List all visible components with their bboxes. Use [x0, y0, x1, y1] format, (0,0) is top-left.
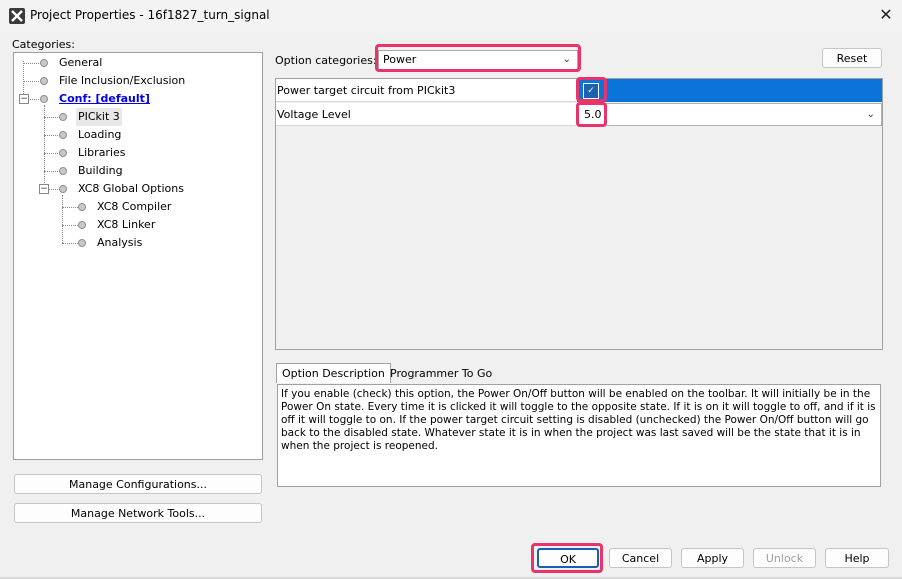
- option-name: Power target circuit from PICkit3: [276, 79, 576, 102]
- option-categories-select[interactable]: Power ⌄: [378, 50, 578, 70]
- cancel-button[interactable]: Cancel: [609, 548, 672, 568]
- tree-item-label: PICkit 3: [76, 108, 122, 126]
- categories-tree[interactable]: − − General File Inclusion/Exclusion Con…: [13, 52, 263, 460]
- option-description-text: If you enable (check) this option, the P…: [277, 384, 881, 487]
- manage-network-tools-button[interactable]: Manage Network Tools...: [14, 503, 262, 523]
- tree-item-label: File Inclusion/Exclusion: [59, 74, 186, 87]
- ok-button[interactable]: OK: [537, 548, 599, 568]
- collapse-icon[interactable]: −: [39, 184, 49, 194]
- close-icon[interactable]: ✕: [876, 5, 896, 25]
- tree-connector: [23, 61, 24, 98]
- tree-item-label: Building: [78, 164, 123, 177]
- voltage-level-select[interactable]: 5.0 ⌄: [577, 103, 882, 126]
- node-bullet-icon: [59, 113, 67, 121]
- option-row-power-target[interactable]: Power target circuit from PICkit3 ✓: [276, 79, 882, 102]
- window-title: Project Properties - 16f1827_turn_signal: [30, 8, 270, 22]
- node-bullet-icon: [40, 59, 48, 67]
- chevron-down-icon: ⌄: [866, 109, 875, 120]
- node-bullet-icon: [59, 185, 67, 193]
- tab-programmer-to-go[interactable]: Programmer To Go: [385, 364, 497, 383]
- node-bullet-icon: [59, 131, 67, 139]
- node-bullet-icon: [40, 95, 48, 103]
- power-target-checkbox[interactable]: ✓: [583, 83, 599, 99]
- option-categories-value: Power: [383, 53, 417, 66]
- node-bullet-icon: [78, 221, 86, 229]
- categories-label: Categories:: [12, 38, 75, 51]
- apply-button[interactable]: Apply: [681, 548, 744, 568]
- help-button[interactable]: Help: [825, 548, 889, 568]
- tree-item-label: Libraries: [78, 146, 126, 159]
- tab-option-description[interactable]: Option Description: [276, 363, 391, 383]
- tree-item-label: XC8 Global Options: [78, 182, 184, 195]
- tree-connector: [62, 195, 63, 243]
- app-logo-icon: [9, 8, 25, 24]
- collapse-icon[interactable]: −: [19, 94, 29, 104]
- chevron-down-icon: ⌄: [562, 54, 571, 65]
- reset-button[interactable]: Reset: [822, 48, 882, 68]
- option-row-voltage-level[interactable]: Voltage Level 5.0 ⌄: [276, 103, 882, 126]
- tree-item-label: Conf: [default]: [59, 92, 150, 105]
- node-bullet-icon: [78, 203, 86, 211]
- option-value-cell[interactable]: ✓: [577, 79, 882, 102]
- node-bullet-icon: [78, 239, 86, 247]
- tree-item-label: Analysis: [97, 236, 143, 249]
- unlock-button[interactable]: Unlock: [753, 548, 816, 568]
- tree-item-label: Loading: [78, 128, 122, 141]
- node-bullet-icon: [59, 167, 67, 175]
- options-grid: Power target circuit from PICkit3 ✓ Volt…: [275, 78, 883, 350]
- option-categories-label: Option categories:: [275, 54, 377, 67]
- node-bullet-icon: [40, 77, 48, 85]
- manage-configurations-button[interactable]: Manage Configurations...: [14, 474, 262, 494]
- option-name: Voltage Level: [276, 103, 576, 126]
- tree-item-label: XC8 Compiler: [97, 200, 172, 213]
- node-bullet-icon: [59, 149, 67, 157]
- tree-item-label: General: [59, 56, 103, 69]
- voltage-level-value: 5.0: [584, 108, 602, 121]
- tree-item-label: XC8 Linker: [97, 218, 156, 231]
